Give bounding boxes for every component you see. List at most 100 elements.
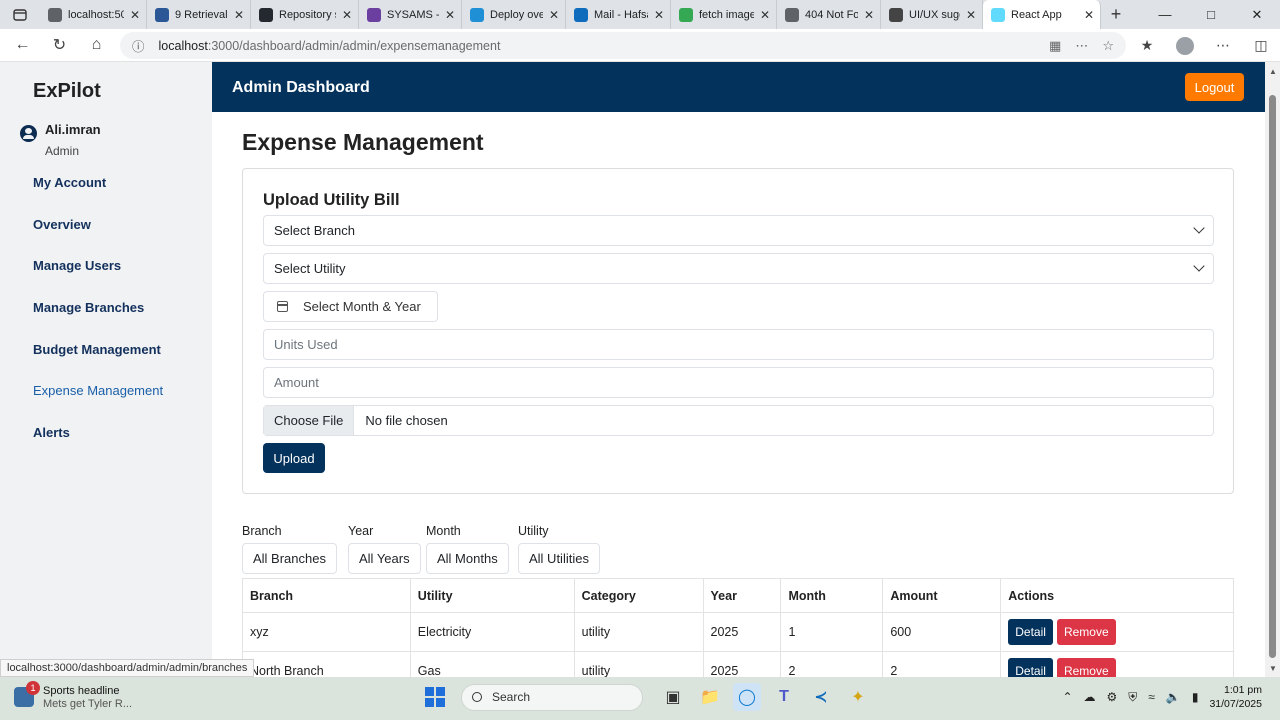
close-tab-icon[interactable]: ✕ — [549, 8, 559, 22]
news-widget[interactable]: 1 Sports headline Mets get Tyler R... — [14, 681, 132, 711]
remove-button[interactable]: Remove — [1056, 619, 1116, 645]
upload-button[interactable]: Upload — [263, 443, 325, 473]
file-explorer-icon[interactable]: 📁 — [696, 683, 724, 711]
back-icon[interactable]: ← — [4, 29, 41, 62]
browser-tab[interactable]: 404 Not Fou ✕ — [777, 0, 881, 29]
teams-icon[interactable]: T — [770, 683, 798, 711]
close-tab-icon[interactable]: ✕ — [864, 8, 874, 22]
chevron-up-icon[interactable]: ⌃ — [1062, 690, 1072, 704]
profile-avatar[interactable] — [1176, 36, 1194, 55]
reload-icon[interactable]: ↻ — [41, 29, 78, 62]
taskbar: 1 Sports headline Mets get Tyler R... Se… — [0, 677, 1280, 720]
menu-dots-icon[interactable]: ⋯ — [1204, 37, 1242, 54]
table-row: North Branch Gas utility 2025 2 2 Detail… — [242, 651, 1234, 677]
month-year-picker[interactable]: Select Month & Year — [263, 291, 438, 322]
close-tab-icon[interactable]: ✕ — [966, 8, 976, 22]
tab-favicon-icon — [367, 7, 381, 22]
minimize-button[interactable]: — — [1142, 0, 1188, 29]
user-name: Ali.imran — [45, 122, 101, 137]
upload-card-title: Upload Utility Bill — [263, 191, 400, 209]
favorites-icon[interactable]: ★ — [1128, 37, 1166, 54]
tab-actions-icon[interactable] — [0, 0, 40, 29]
sidebar-toggle-icon[interactable]: ◫ — [1242, 37, 1280, 54]
browser-tab[interactable]: Repository s ✕ — [251, 0, 359, 29]
close-tab-icon[interactable]: ✕ — [342, 8, 352, 22]
column-header[interactable]: Branch — [242, 578, 411, 613]
close-tab-icon[interactable]: ✕ — [130, 8, 140, 22]
nav-alerts[interactable]: Alerts — [33, 425, 163, 467]
info-icon[interactable]: ⓘ — [132, 36, 145, 55]
filter-year-select[interactable]: All Years — [348, 543, 421, 574]
onedrive-icon[interactable]: ☁ — [1084, 690, 1096, 704]
filter-branch-select[interactable]: All Branches — [242, 543, 337, 574]
more-tools-icon[interactable]: ⋯ — [1075, 38, 1088, 54]
remove-button[interactable]: Remove — [1056, 658, 1116, 677]
maximize-button[interactable]: □ — [1188, 0, 1234, 29]
network-settings-icon[interactable]: ⚙ — [1107, 690, 1118, 704]
scroll-down-icon[interactable]: ▼ — [1269, 664, 1277, 673]
nav-my-account[interactable]: My Account — [33, 175, 163, 217]
nav-manage-users[interactable]: Manage Users — [33, 258, 163, 300]
browser-tab[interactable]: 9 Retrieval A ✕ — [147, 0, 251, 29]
column-header[interactable]: Category — [573, 578, 704, 613]
cell-actions: Detail Remove — [1000, 651, 1234, 677]
tab-title: Repository s — [279, 8, 336, 21]
favorite-star-icon[interactable]: ☆ — [1102, 38, 1114, 54]
branch-select[interactable]: Select Branch — [263, 215, 1214, 246]
close-tab-icon[interactable]: ✕ — [445, 8, 455, 22]
close-tab-icon[interactable]: ✕ — [234, 8, 244, 22]
scroll-thumb[interactable] — [1269, 95, 1276, 658]
snipping-tool-icon[interactable]: ✦ — [844, 683, 872, 711]
nav-manage-branches[interactable]: Manage Branches — [33, 300, 163, 342]
task-view-icon[interactable]: ▣ — [659, 683, 687, 711]
browser-tab[interactable]: localhost:500 ✕ — [40, 0, 147, 29]
nav-expense-management[interactable]: Expense Management — [33, 383, 163, 425]
tab-title: 9 Retrieval A — [175, 8, 228, 21]
wifi-icon[interactable]: ≈ — [1148, 690, 1155, 704]
logout-button[interactable]: Logout — [1185, 73, 1244, 101]
units-used-input[interactable]: Units Used — [263, 329, 1214, 360]
browser-tab[interactable]: SYSAMS - Pe ✕ — [359, 0, 462, 29]
close-tab-icon[interactable]: ✕ — [760, 8, 770, 22]
battery-icon[interactable]: ▮ — [1192, 690, 1199, 704]
utility-select[interactable]: Select Utility — [263, 253, 1214, 284]
file-input[interactable]: Choose File No file chosen — [263, 405, 1214, 436]
column-header[interactable]: Utility — [409, 578, 575, 613]
filter-month-select[interactable]: All Months — [426, 543, 509, 574]
choose-file-button[interactable]: Choose File — [264, 406, 355, 435]
filter-utility-select[interactable]: All Utilities — [518, 543, 600, 574]
start-windows-icon[interactable] — [425, 687, 445, 707]
page-scrollbar[interactable]: ▲ ▼ — [1265, 62, 1280, 677]
column-header[interactable]: Month — [780, 578, 884, 613]
cell-category: utility — [573, 612, 704, 652]
nav-overview[interactable]: Overview — [33, 217, 163, 259]
home-icon[interactable]: ⌂ — [78, 29, 115, 62]
browser-tab[interactable]: Deploy over ✕ — [462, 0, 566, 29]
column-header[interactable]: Amount — [882, 578, 1002, 613]
taskbar-search[interactable]: Search — [461, 683, 643, 711]
new-tab-button[interactable]: + — [1101, 4, 1131, 25]
close-tab-icon[interactable]: ✕ — [1084, 8, 1094, 22]
close-tab-icon[interactable]: ✕ — [654, 8, 664, 22]
url-host: localhost — [158, 38, 208, 53]
url-field[interactable]: ⓘ localhost:3000/dashboard/admin/admin/e… — [120, 32, 1126, 59]
amount-input[interactable]: Amount — [263, 367, 1214, 398]
detail-button[interactable]: Detail — [1008, 619, 1053, 645]
close-window-button[interactable]: ✕ — [1234, 0, 1280, 29]
nav-budget-management[interactable]: Budget Management — [33, 342, 163, 384]
browser-tab[interactable]: React App ✕ — [983, 0, 1101, 29]
edge-browser-icon[interactable]: ◯ — [733, 683, 761, 711]
volume-icon[interactable]: 🔈 — [1166, 690, 1181, 704]
apps-icon[interactable]: ▦ — [1049, 38, 1061, 54]
vscode-icon[interactable]: ≺ — [807, 683, 835, 711]
system-clock[interactable]: 1:01 pm 31/07/2025 — [1209, 683, 1262, 711]
scroll-up-icon[interactable]: ▲ — [1269, 67, 1277, 76]
detail-button[interactable]: Detail — [1008, 658, 1053, 677]
header-title: Admin Dashboard — [232, 79, 370, 96]
column-header[interactable]: Year — [702, 578, 782, 613]
cell-year: 2025 — [702, 651, 782, 677]
browser-tab[interactable]: UI/UX sugge ✕ — [881, 0, 983, 29]
browser-tab[interactable]: Mail - Hafsa ✕ — [566, 0, 671, 29]
security-shield-icon[interactable]: ⛨ — [1128, 690, 1137, 705]
browser-tab[interactable]: fetch image ✕ — [671, 0, 777, 29]
